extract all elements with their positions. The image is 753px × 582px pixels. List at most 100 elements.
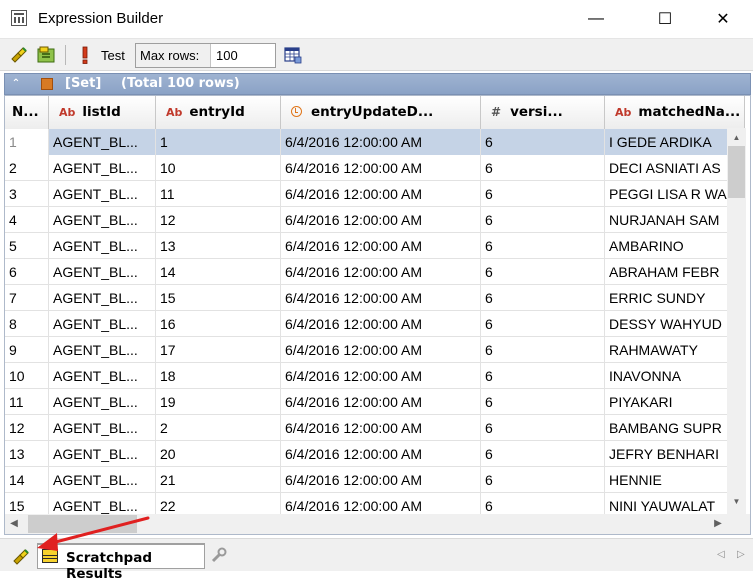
entryupdatedate-cell[interactable]: 6/4/2016 12:00:00 AM xyxy=(281,415,481,441)
max-rows-input[interactable] xyxy=(213,45,279,65)
column-header-matchedname[interactable]: Ab matchedNa... xyxy=(605,96,745,129)
table-row[interactable]: 7 AGENT_BL... 15 6/4/2016 12:00:00 AM 6 ERRIC… xyxy=(5,285,745,311)
table-row[interactable]: 8 AGENT_BL... 16 6/4/2016 12:00:00 AM 6 DESSY… xyxy=(5,311,745,337)
listid-cell[interactable]: AGENT_BL... xyxy=(49,467,156,493)
row-number-cell[interactable]: 1 xyxy=(5,129,49,155)
vertical-scroll-thumb[interactable] xyxy=(728,146,745,198)
column-header-entryid[interactable]: Ab entryId xyxy=(156,96,281,129)
listid-cell[interactable]: AGENT_BL... xyxy=(49,285,156,311)
collapse-icon[interactable]: ⌃ xyxy=(10,78,22,90)
version-cell[interactable]: 6 xyxy=(481,155,605,181)
horizontal-scroll-thumb[interactable] xyxy=(28,515,137,533)
listid-cell[interactable]: AGENT_BL... xyxy=(49,181,156,207)
test-button[interactable]: Test xyxy=(101,48,125,63)
table-row[interactable]: 2 AGENT_BL... 10 6/4/2016 12:00:00 AM 6 DECI … xyxy=(5,155,745,181)
table-row[interactable]: 10 AGENT_BL... 18 6/4/2016 12:00:00 AM 6 INAV… xyxy=(5,363,745,389)
table-row[interactable]: 5 AGENT_BL... 13 6/4/2016 12:00:00 AM 6 AMBAR… xyxy=(5,233,745,259)
matchedname-cell[interactable]: JEFRY BENHARI xyxy=(605,441,745,467)
listid-cell[interactable]: AGENT_BL... xyxy=(49,155,156,181)
entryupdatedate-cell[interactable]: 6/4/2016 12:00:00 AM xyxy=(281,441,481,467)
version-cell[interactable]: 6 xyxy=(481,285,605,311)
results-grid[interactable]: N... Ab listId Ab entryId entryUpdateD... … xyxy=(4,95,751,535)
entryid-cell[interactable]: 18 xyxy=(156,363,281,389)
entryid-cell[interactable]: 12 xyxy=(156,207,281,233)
entryupdatedate-cell[interactable]: 6/4/2016 12:00:00 AM xyxy=(281,181,481,207)
version-cell[interactable]: 6 xyxy=(481,129,605,155)
minimize-button[interactable]: — xyxy=(573,0,619,38)
wrench-icon[interactable] xyxy=(209,547,229,565)
exclamation-icon[interactable] xyxy=(75,45,95,65)
matchedname-cell[interactable]: NURJANAH SAM xyxy=(605,207,745,233)
grid-settings-icon[interactable] xyxy=(283,45,303,65)
listid-cell[interactable]: AGENT_BL... xyxy=(49,389,156,415)
entryupdatedate-cell[interactable]: 6/4/2016 12:00:00 AM xyxy=(281,285,481,311)
matchedname-cell[interactable]: PIYAKARI xyxy=(605,389,745,415)
listid-cell[interactable]: AGENT_BL... xyxy=(49,311,156,337)
listid-cell[interactable]: AGENT_BL... xyxy=(49,337,156,363)
matchedname-cell[interactable]: BAMBANG SUPR xyxy=(605,415,745,441)
entryupdatedate-cell[interactable]: 6/4/2016 12:00:00 AM xyxy=(281,337,481,363)
row-number-cell[interactable]: 10 xyxy=(5,363,49,389)
close-button[interactable]: ✕ xyxy=(700,0,746,38)
entryupdatedate-cell[interactable]: 6/4/2016 12:00:00 AM xyxy=(281,155,481,181)
tab-scroll-right-icon[interactable]: ▷ xyxy=(737,549,745,560)
entryid-cell[interactable]: 15 xyxy=(156,285,281,311)
table-row[interactable]: 6 AGENT_BL... 14 6/4/2016 12:00:00 AM 6 ABRAH… xyxy=(5,259,745,285)
entryid-cell[interactable]: 2 xyxy=(156,415,281,441)
row-number-cell[interactable]: 7 xyxy=(5,285,49,311)
entryupdatedate-cell[interactable]: 6/4/2016 12:00:00 AM xyxy=(281,311,481,337)
column-header-entryupdatedate[interactable]: entryUpdateD... xyxy=(281,96,481,129)
matchedname-cell[interactable]: DESSY WAHYUD xyxy=(605,311,745,337)
execute-icon[interactable] xyxy=(9,45,29,65)
table-row[interactable]: 13 AGENT_BL... 20 6/4/2016 12:00:00 AM 6 JEFR… xyxy=(5,441,745,467)
matchedname-cell[interactable]: DECI ASNIATI AS xyxy=(605,155,745,181)
table-row[interactable]: 14 AGENT_BL... 21 6/4/2016 12:00:00 AM 6 HENN… xyxy=(5,467,745,493)
entryid-cell[interactable]: 16 xyxy=(156,311,281,337)
version-cell[interactable]: 6 xyxy=(481,233,605,259)
listid-cell[interactable]: AGENT_BL... xyxy=(49,233,156,259)
entryid-cell[interactable]: 17 xyxy=(156,337,281,363)
matchedname-cell[interactable]: I GEDE ARDIKA xyxy=(605,129,745,155)
listid-cell[interactable]: AGENT_BL... xyxy=(49,129,156,155)
matchedname-cell[interactable]: ABRAHAM FEBR xyxy=(605,259,745,285)
matchedname-cell[interactable]: HENNIE xyxy=(605,467,745,493)
listid-cell[interactable]: AGENT_BL... xyxy=(49,415,156,441)
maximize-button[interactable]: ☐ xyxy=(642,0,688,38)
execute-script-icon[interactable] xyxy=(36,45,56,65)
scroll-down-icon[interactable]: ▼ xyxy=(728,497,745,507)
version-cell[interactable]: 6 xyxy=(481,259,605,285)
entryupdatedate-cell[interactable]: 6/4/2016 12:00:00 AM xyxy=(281,207,481,233)
entryupdatedate-cell[interactable]: 6/4/2016 12:00:00 AM xyxy=(281,389,481,415)
scroll-right-icon[interactable]: ▶ xyxy=(711,514,725,534)
execute-icon[interactable] xyxy=(11,546,31,566)
version-cell[interactable]: 6 xyxy=(481,337,605,363)
entryid-cell[interactable]: 11 xyxy=(156,181,281,207)
row-number-cell[interactable]: 12 xyxy=(5,415,49,441)
entryupdatedate-cell[interactable]: 6/4/2016 12:00:00 AM xyxy=(281,129,481,155)
listid-cell[interactable]: AGENT_BL... xyxy=(49,441,156,467)
table-row[interactable]: 3 AGENT_BL... 11 6/4/2016 12:00:00 AM 6 PEGGI… xyxy=(5,181,745,207)
entryid-cell[interactable]: 21 xyxy=(156,467,281,493)
entryid-cell[interactable]: 10 xyxy=(156,155,281,181)
result-set-header[interactable]: ⌃ [Set] (Total 100 rows) xyxy=(4,73,751,95)
version-cell[interactable]: 6 xyxy=(481,207,605,233)
matchedname-cell[interactable]: INAVONNA xyxy=(605,363,745,389)
scroll-up-icon[interactable]: ▲ xyxy=(728,133,745,143)
column-header-version[interactable]: # versi... xyxy=(481,96,605,129)
table-row[interactable]: 9 AGENT_BL... 17 6/4/2016 12:00:00 AM 6 RAHMA… xyxy=(5,337,745,363)
listid-cell[interactable]: AGENT_BL... xyxy=(49,363,156,389)
entryid-cell[interactable]: 13 xyxy=(156,233,281,259)
column-header-listid[interactable]: Ab listId xyxy=(49,96,156,129)
entryupdatedate-cell[interactable]: 6/4/2016 12:00:00 AM xyxy=(281,259,481,285)
entryupdatedate-cell[interactable]: 6/4/2016 12:00:00 AM xyxy=(281,233,481,259)
entryid-cell[interactable]: 14 xyxy=(156,259,281,285)
version-cell[interactable]: 6 xyxy=(481,363,605,389)
listid-cell[interactable]: AGENT_BL... xyxy=(49,207,156,233)
row-number-cell[interactable]: 4 xyxy=(5,207,49,233)
table-row[interactable]: 11 AGENT_BL... 19 6/4/2016 12:00:00 AM 6 PIYA… xyxy=(5,389,745,415)
version-cell[interactable]: 6 xyxy=(481,311,605,337)
matchedname-cell[interactable]: PEGGI LISA R WA xyxy=(605,181,745,207)
row-number-cell[interactable]: 5 xyxy=(5,233,49,259)
version-cell[interactable]: 6 xyxy=(481,181,605,207)
matchedname-cell[interactable]: ERRIC SUNDY xyxy=(605,285,745,311)
